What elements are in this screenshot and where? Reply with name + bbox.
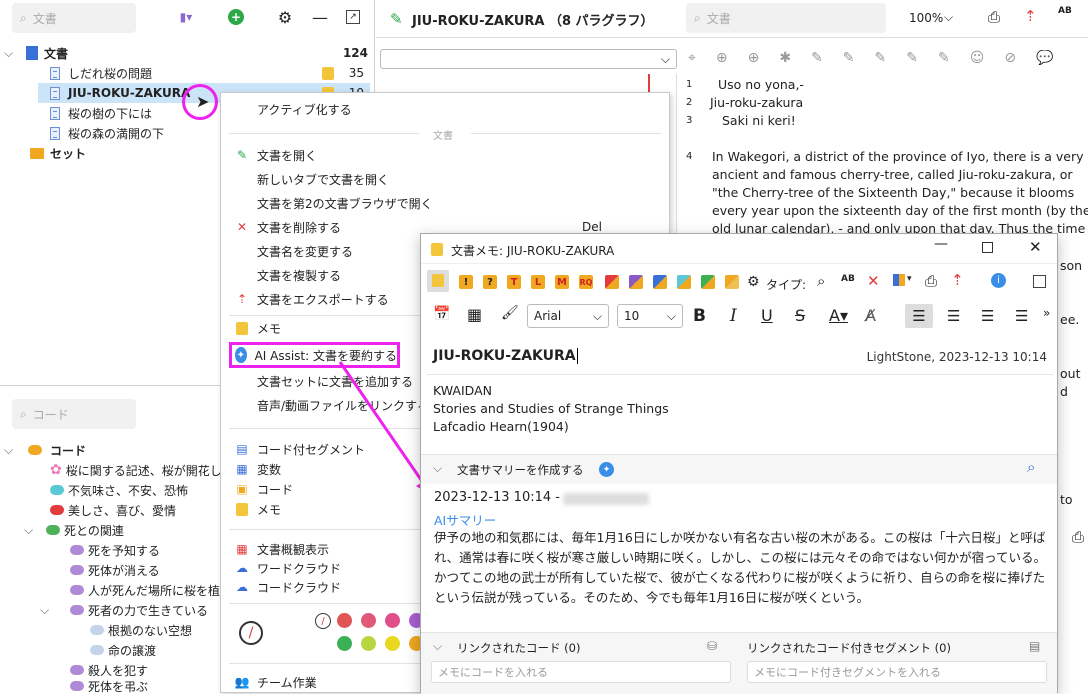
memo-window-title: 文書メモ: JIU-ROKU-ZAKURA: [451, 244, 615, 258]
more-icon[interactable]: »: [1043, 306, 1050, 320]
memo-type-green[interactable]: [701, 275, 715, 289]
undock-icon[interactable]: [1033, 275, 1046, 288]
memo-type-selected[interactable]: [427, 270, 449, 292]
summary-text: 伊予の地の和気郡には、毎年1月16日にしか咲かない有名な古い桜の木がある。この桜…: [434, 530, 1047, 605]
font-color-button[interactable]: A▾: [829, 306, 848, 325]
memo-editor[interactable]: JIU-ROKU-ZAKURA LightStone, 2023-12-13 1…: [427, 338, 1053, 454]
memo-icon: [431, 243, 443, 256]
segment-input[interactable]: メモにコード付きセグメントを入れる: [747, 661, 1047, 683]
chevron-down-icon[interactable]: ⌵: [433, 461, 442, 476]
calendar-icon[interactable]: 📅: [433, 306, 450, 322]
memo-meta: LightStone, 2023-12-13 10:14: [866, 350, 1047, 364]
linked-codes-label: リンクされたコード (0): [457, 641, 581, 655]
summary-label: AIサマリー: [434, 513, 497, 528]
memo-type-blue[interactable]: [653, 275, 667, 289]
minimize-icon[interactable]: —: [934, 236, 948, 252]
align-right-button[interactable]: ☰: [981, 307, 994, 325]
memo-type-purple[interactable]: [629, 275, 643, 289]
print-icon[interactable]: ⎙: [925, 272, 937, 290]
memo-type-cyan[interactable]: [677, 275, 691, 289]
code-assign-icon[interactable]: [893, 274, 905, 286]
search-icon[interactable]: ⌕: [1027, 458, 1035, 476]
strikethrough-button[interactable]: S: [795, 306, 805, 325]
clear-format-button[interactable]: A̸: [865, 306, 876, 325]
summary-panel: 2023-12-13 10:14 - AIサマリー 伊予の地の和気郡には、毎年1…: [429, 486, 1049, 618]
format-painter-icon[interactable]: 🖌: [501, 305, 519, 321]
memo-type-orange[interactable]: [725, 275, 739, 289]
memo-type-t[interactable]: T: [507, 275, 521, 289]
segment-link-icon[interactable]: ▤: [1029, 639, 1040, 653]
export-icon[interactable]: ⇡: [951, 271, 964, 289]
align-center-button[interactable]: ☰: [947, 307, 960, 325]
linked-codes-section: ⌵ リンクされたコード (0) ⛁ リンクされたコード付きセグメント (0) ▤…: [421, 632, 1057, 694]
document-memo-window: 文書メモ: JIU-ROKU-ZAKURA — ✕ ! ? T L M RQ ⚙…: [420, 233, 1058, 694]
table-icon[interactable]: ▦: [467, 305, 482, 324]
maximize-icon[interactable]: [982, 242, 993, 253]
close-icon[interactable]: ✕: [1029, 238, 1042, 256]
info-icon[interactable]: i: [991, 273, 1006, 288]
italic-button[interactable]: I: [730, 306, 737, 326]
code-link-icon[interactable]: ⛁: [707, 639, 717, 653]
summary-timestamp: 2023-12-13 10:14 -: [434, 490, 560, 505]
underline-button[interactable]: U: [761, 306, 773, 325]
linked-segments-label: リンクされたコード付きセグメント (0): [747, 641, 951, 655]
memo-type-l[interactable]: L: [531, 275, 545, 289]
font-select[interactable]: Arial ⌵: [527, 304, 609, 328]
close-icon[interactable]: ✕: [867, 272, 880, 290]
code-input[interactable]: メモにコードを入れる: [431, 661, 731, 683]
bold-button[interactable]: B: [693, 306, 706, 326]
memo-body: KWAIDAN Stories and Studies of Strange T…: [433, 383, 669, 434]
summary-section-header[interactable]: ⌵ 文書サマリーを作成する ✦ ⌕: [421, 454, 1057, 484]
align-left-button[interactable]: ☰: [905, 304, 933, 328]
gear-icon[interactable]: ⚙: [747, 274, 760, 290]
ai-assist-icon[interactable]: ✦: [599, 462, 614, 477]
memo-type-question[interactable]: ?: [483, 275, 497, 289]
spellcheck-icon[interactable]: AB: [841, 274, 855, 284]
justify-button[interactable]: ☰: [1015, 307, 1028, 325]
memo-title[interactable]: JIU-ROKU-ZAKURA: [433, 348, 578, 364]
type-label: タイプ:: [766, 278, 807, 292]
memo-titlebar: 文書メモ: JIU-ROKU-ZAKURA — ✕: [421, 234, 1057, 264]
memo-type-red[interactable]: [605, 275, 619, 289]
font-size-select[interactable]: 10 ⌵: [617, 304, 683, 328]
search-icon[interactable]: ⌕: [817, 272, 825, 290]
chevron-down-icon[interactable]: ▾: [907, 274, 912, 284]
chevron-down-icon[interactable]: ⌵: [433, 639, 442, 654]
memo-type-m[interactable]: M: [555, 275, 569, 289]
memo-type-exclamation[interactable]: !: [459, 275, 473, 289]
blurred-author: [563, 493, 649, 505]
memo-type-rq[interactable]: RQ: [579, 275, 593, 289]
